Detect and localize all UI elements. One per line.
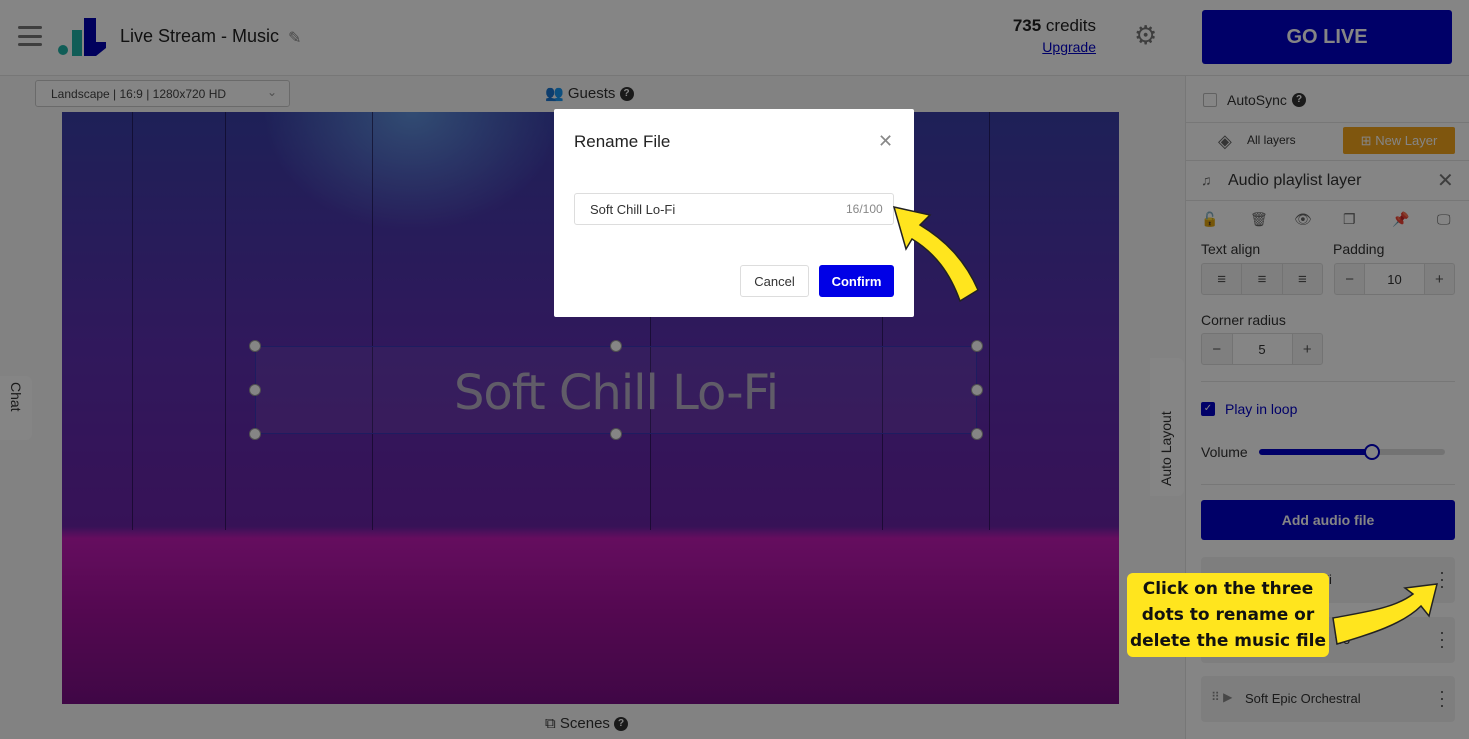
close-icon[interactable]: ✕ [878, 131, 893, 152]
character-count: 16/100 [846, 202, 883, 216]
annotation-arrow-to-input [892, 205, 979, 303]
annotation-callout: Click on the three dots to rename or del… [1127, 573, 1329, 657]
confirm-button[interactable]: Confirm [819, 265, 894, 297]
rename-file-dialog: Rename File ✕ 16/100 Cancel Confirm [554, 109, 914, 317]
annotation-arrow-to-dots [1332, 583, 1438, 645]
cancel-button[interactable]: Cancel [740, 265, 809, 297]
dialog-title: Rename File [574, 132, 671, 151]
